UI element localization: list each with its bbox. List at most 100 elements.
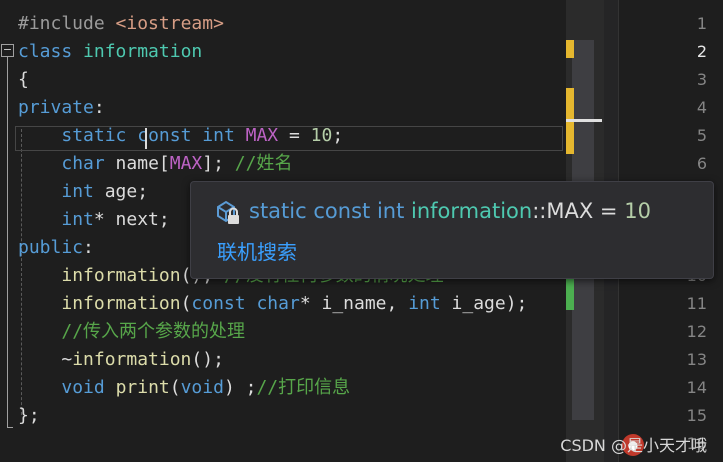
code-line[interactable]: int age;	[18, 178, 148, 206]
code-token: * next;	[93, 209, 170, 230]
code-token: char	[61, 153, 105, 174]
code-token: //传入两个参数的处理	[61, 321, 246, 342]
line-number: 4	[696, 98, 707, 117]
code-token: ~	[18, 349, 73, 370]
qi-const: const	[313, 199, 371, 223]
code-token: char	[256, 293, 300, 314]
code-line[interactable]: //传入两个参数的处理	[18, 318, 245, 346]
code-token: age;	[93, 181, 149, 202]
code-line[interactable]: int* next;	[18, 206, 170, 234]
code-token: 10	[310, 125, 333, 146]
code-line[interactable]: #include <iostream>	[18, 10, 224, 38]
qi-int: int	[376, 199, 405, 223]
qi-scope: ::	[532, 199, 547, 223]
code-token: i_age);	[440, 293, 528, 314]
line-number: 15	[686, 406, 707, 425]
qi-member: MAX	[546, 199, 594, 223]
code-token: class	[18, 41, 73, 62]
code-line[interactable]: class information	[18, 38, 202, 66]
code-token: * i_name,	[299, 293, 409, 314]
qi-value: 10	[624, 199, 651, 223]
code-token: int	[202, 125, 235, 146]
line-number: 14	[686, 378, 707, 397]
code-line[interactable]: {	[18, 66, 29, 94]
line-number: 5	[696, 126, 707, 145]
code-token: :	[93, 97, 105, 118]
code-token: int	[61, 181, 94, 202]
quick-info-signature: static const int information::MAX = 10	[213, 196, 651, 226]
fold-guide	[7, 57, 8, 427]
code-token: const	[191, 293, 246, 314]
code-token: public	[18, 237, 84, 258]
code-token: ) ;	[223, 377, 257, 398]
code-token: information	[61, 293, 181, 314]
code-token: int	[61, 209, 94, 230]
code-token: int	[408, 293, 441, 314]
line-number: 1	[696, 14, 707, 33]
code-token: ];	[202, 153, 235, 174]
code-token: ();	[191, 349, 224, 370]
code-token: :	[83, 237, 94, 258]
code-line[interactable]: private:	[18, 94, 105, 122]
line-number: 12	[686, 322, 707, 341]
line-number: 3	[696, 70, 707, 89]
collapse-icon[interactable]: −	[1, 44, 14, 57]
code-token: private	[18, 97, 94, 118]
code-token: information	[72, 349, 192, 370]
quick-info-popup: static const int information::MAX = 10 联…	[190, 181, 714, 279]
qi-static: static	[249, 199, 307, 223]
code-line[interactable]: static const int MAX = 10;	[18, 122, 343, 150]
qi-equals: =	[593, 199, 625, 223]
code-token: };	[18, 405, 40, 426]
line-number: 2	[696, 42, 707, 61]
text-caret	[145, 128, 147, 149]
code-token: void	[61, 377, 105, 398]
code-token: static	[61, 125, 127, 146]
code-token: MAX	[169, 153, 203, 174]
code-token: information	[61, 265, 181, 286]
code-token: void	[180, 377, 224, 398]
code-token: <iostream>	[115, 13, 224, 34]
code-token: //姓名	[234, 153, 293, 174]
code-token: (	[169, 377, 181, 398]
code-token: //打印信息	[256, 377, 351, 398]
code-token: name[	[104, 153, 170, 174]
scroll-position-indicator	[566, 119, 602, 122]
code-token: print	[115, 377, 170, 398]
code-token: ;	[332, 125, 344, 146]
code-token: (	[180, 293, 192, 314]
line-number: 13	[686, 350, 707, 369]
code-token: MAX	[245, 125, 279, 146]
code-token: {	[18, 69, 29, 90]
code-token: #include	[18, 13, 116, 34]
code-token: information	[83, 41, 203, 62]
code-line[interactable]: public:	[18, 234, 94, 262]
online-search-link[interactable]: 联机搜索	[217, 238, 297, 266]
line-number: 11	[686, 294, 707, 313]
locked-constant-icon	[213, 198, 241, 226]
watermark: CSDN @是小天才哦	[560, 436, 707, 455]
code-line[interactable]: ~information();	[18, 346, 224, 374]
code-line[interactable]: information(const char* i_name, int i_ag…	[18, 290, 527, 318]
change-marker	[566, 40, 574, 58]
fold-guide-end	[7, 427, 13, 428]
qi-class-name: information	[411, 199, 533, 223]
code-token: =	[278, 125, 311, 146]
code-line[interactable]: };	[18, 402, 40, 430]
code-line[interactable]: char name[MAX]; //姓名	[18, 150, 292, 178]
code-line[interactable]: void print(void) ;//打印信息	[18, 374, 350, 402]
